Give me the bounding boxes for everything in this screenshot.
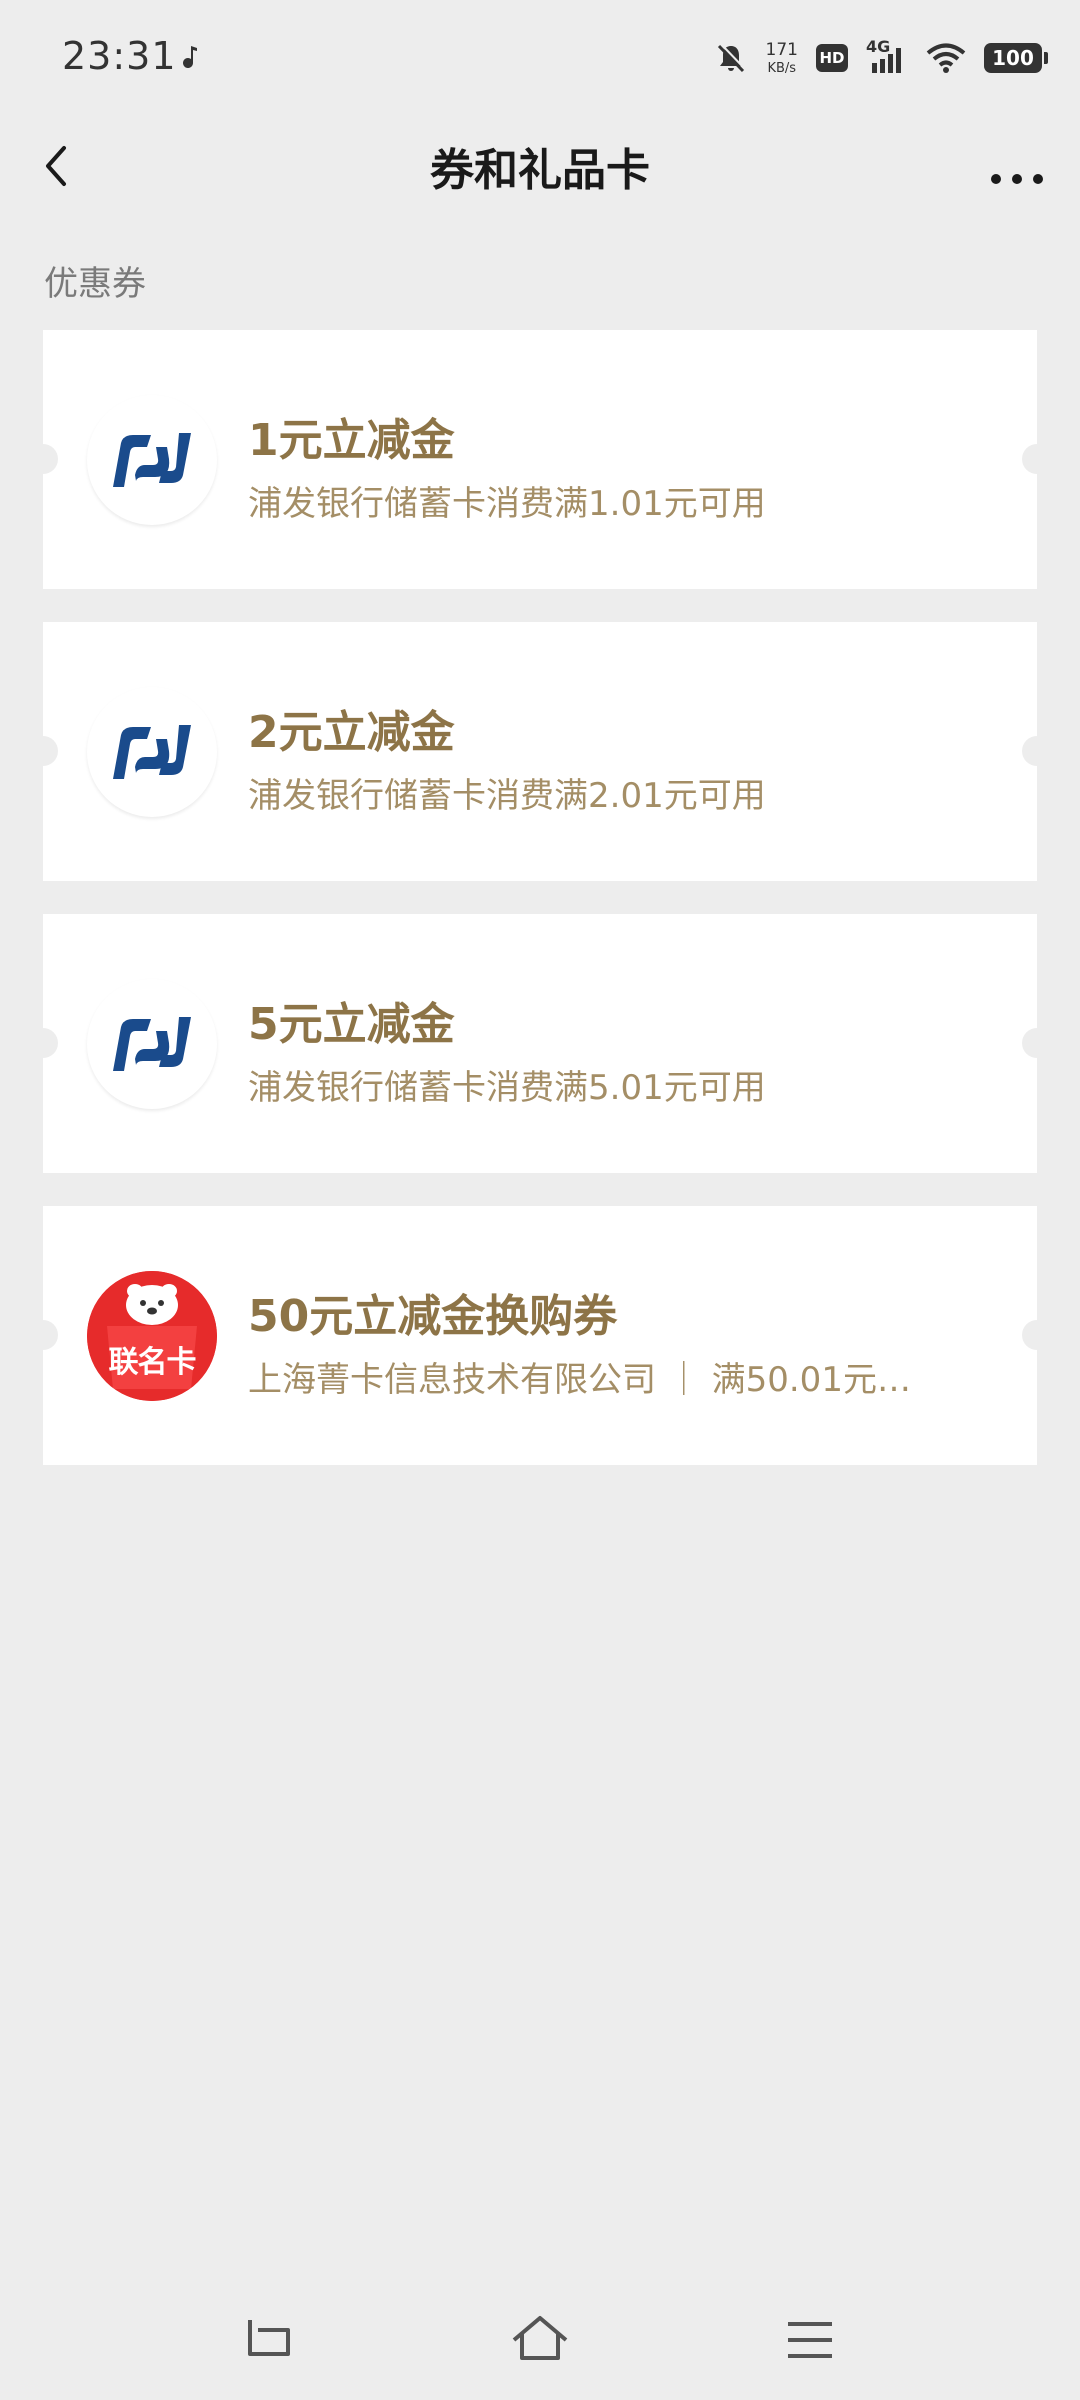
coupon-description: 浦发银行储蓄卡消费满5.01元可用 <box>248 1068 766 1108</box>
page-title: 券和礼品卡 <box>430 145 650 196</box>
spdb-logo-icon <box>87 979 217 1109</box>
spdb-logo-icon <box>87 395 217 525</box>
home-icon <box>512 2316 568 2360</box>
spdb-logo-icon <box>87 687 217 817</box>
return-arrow-icon <box>248 2320 290 2356</box>
music-note-icon <box>183 46 197 68</box>
status-bar: 23:31 171 KB/s HD 4G 100 <box>0 0 1080 118</box>
net-speed: 171 KB/s <box>765 39 798 76</box>
coupon-description: 浦发银行储蓄卡消费满1.01元可用 <box>248 484 766 524</box>
battery-indicator: 100 <box>984 43 1048 73</box>
menu-lines-icon <box>788 2322 832 2358</box>
more-button[interactable] <box>982 136 1052 196</box>
wifi-icon <box>926 43 966 73</box>
coupon-list: 1元立减金 浦发银行储蓄卡消费满1.01元可用 2元立减金 浦发银行储蓄卡消费满… <box>28 330 1052 1498</box>
lianmingka-logo-text: 联名卡 <box>108 1345 197 1380</box>
coupon-title: 1元立减金 <box>248 415 455 466</box>
coupon-description: 上海菁卡信息技术有限公司 ｜ 满50.01元… <box>248 1360 911 1400</box>
more-dots-icon <box>991 174 1043 184</box>
system-home-button[interactable] <box>510 2310 570 2370</box>
coupon-description: 浦发银行储蓄卡消费满2.01元可用 <box>248 776 766 816</box>
section-label-coupons: 优惠券 <box>44 264 146 304</box>
coupon-card[interactable]: 联名卡 50元立减金换购券 上海菁卡信息技术有限公司 ｜ 满50.01元… <box>28 1206 1052 1465</box>
status-icons: 171 KB/s HD 4G 100 <box>714 34 1048 82</box>
coupon-card[interactable]: 1元立减金 浦发银行储蓄卡消费满1.01元可用 <box>28 330 1052 589</box>
system-nav-bar <box>0 2290 1080 2380</box>
lianmingka-logo-icon: 联名卡 <box>87 1271 217 1401</box>
status-time: 23:31 <box>62 34 177 78</box>
net-speed-unit: KB/s <box>767 60 797 76</box>
coupon-title: 2元立减金 <box>248 707 455 758</box>
system-back-button[interactable] <box>240 2310 300 2370</box>
coupon-card[interactable]: 2元立减金 浦发银行储蓄卡消费满2.01元可用 <box>28 622 1052 881</box>
signal-icon: 4G <box>866 37 908 75</box>
hd-badge: HD <box>816 44 848 72</box>
coupon-card[interactable]: 5元立减金 浦发银行储蓄卡消费满5.01元可用 <box>28 914 1052 1173</box>
coupon-title: 5元立减金 <box>248 999 455 1050</box>
coupon-title: 50元立减金换购券 <box>248 1291 618 1342</box>
mute-bell-icon <box>717 43 746 73</box>
net-speed-value: 171 <box>765 39 798 60</box>
nav-bar: 券和礼品卡 <box>0 118 1080 210</box>
system-menu-button[interactable] <box>780 2310 840 2370</box>
screen: 23:31 171 KB/s HD 4G 100 券和礼品卡 优惠券 1元立减金… <box>0 0 1080 2400</box>
